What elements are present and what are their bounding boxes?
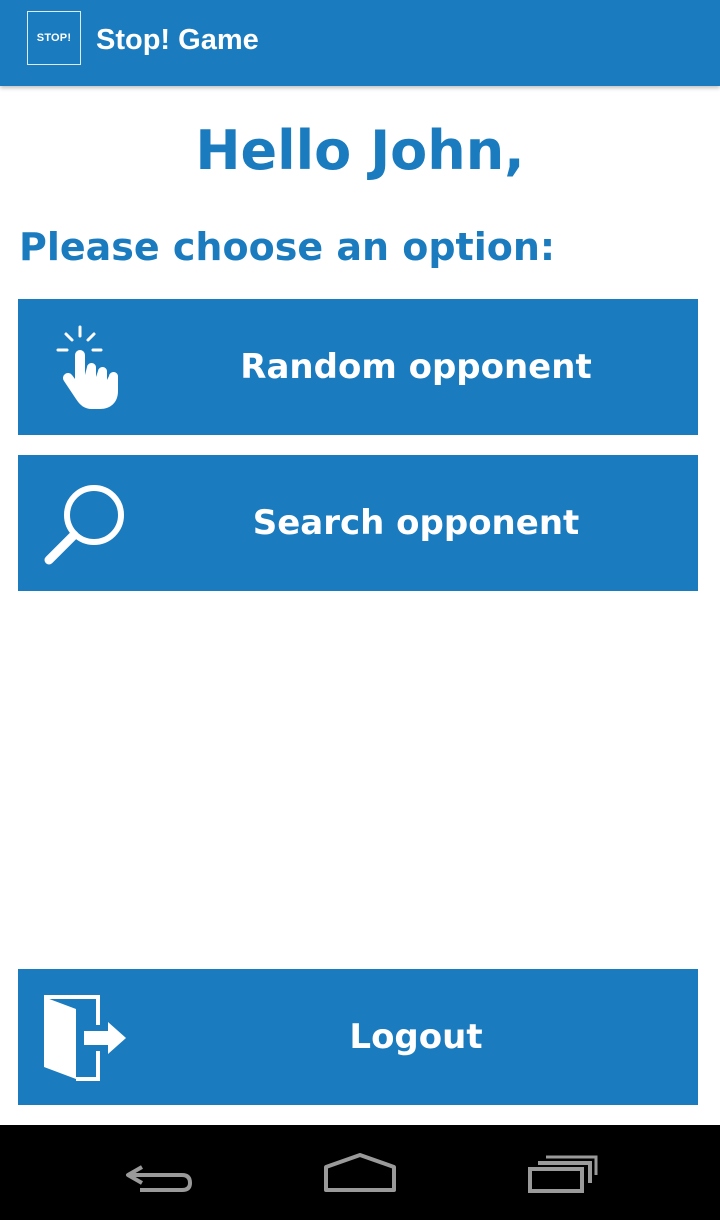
logout-door-icon — [40, 991, 132, 1083]
recents-button[interactable] — [512, 1145, 612, 1205]
home-icon — [324, 1153, 396, 1192]
random-opponent-button[interactable]: Random opponent — [18, 299, 698, 435]
search-icon — [40, 477, 132, 569]
app-logo: STOP! — [27, 11, 81, 65]
app-logo-text: STOP! — [36, 32, 72, 44]
random-opponent-label: Random opponent — [240, 347, 592, 387]
recents-icon — [528, 1155, 598, 1193]
tap-hand-icon — [40, 321, 132, 413]
system-nav-bar — [0, 1125, 720, 1220]
logout-button[interactable]: Logout — [18, 969, 698, 1105]
app-title: Stop! Game — [96, 24, 259, 56]
app-bar: STOP! Stop! Game — [0, 0, 720, 86]
search-opponent-label: Search opponent — [252, 503, 580, 543]
back-button[interactable] — [110, 1145, 210, 1205]
screen: STOP! Stop! Game Hello John, Please choo… — [0, 0, 720, 1220]
logout-label: Logout — [349, 1017, 483, 1057]
home-button[interactable] — [310, 1145, 410, 1205]
search-opponent-button[interactable]: Search opponent — [18, 455, 698, 591]
choose-option-prompt: Please choose an option: — [19, 225, 556, 269]
back-icon — [126, 1165, 193, 1192]
greeting-heading: Hello John, — [195, 119, 525, 182]
